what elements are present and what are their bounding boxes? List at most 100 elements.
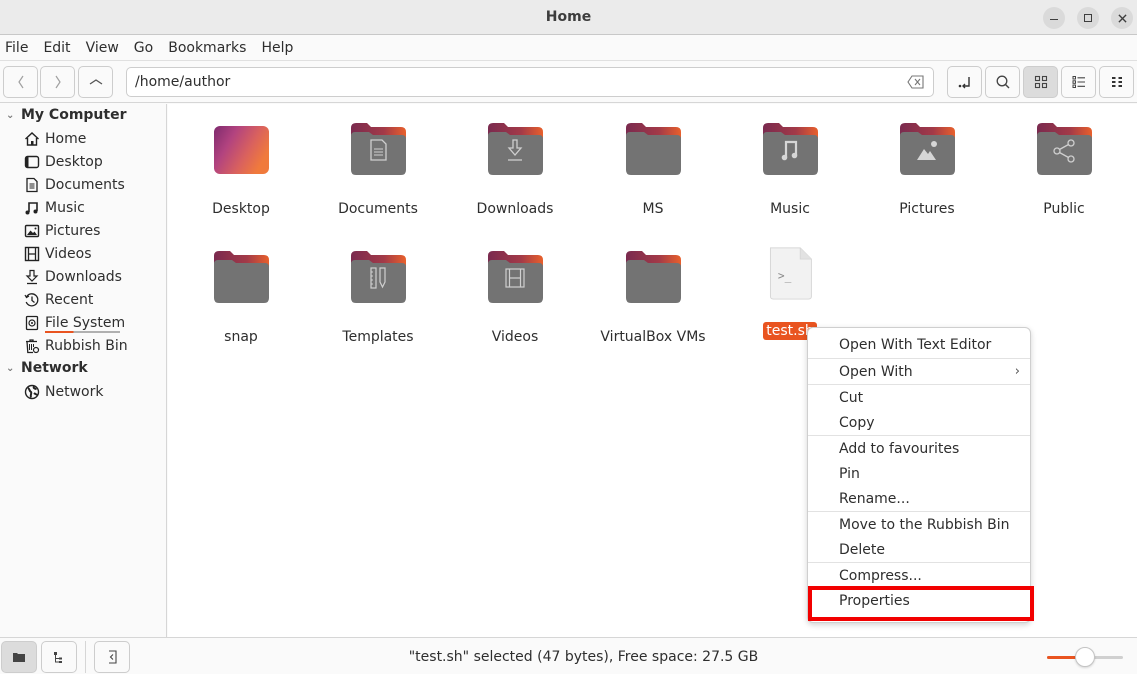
sidebar-item-videos[interactable]: Videos xyxy=(23,244,92,264)
up-button[interactable] xyxy=(78,66,113,98)
file-item[interactable]: Documents xyxy=(318,122,438,218)
file-item[interactable]: Music xyxy=(730,122,850,218)
sidebar-item-label: Documents xyxy=(45,177,125,193)
sidebar-section-network[interactable]: ⌄ Network xyxy=(6,360,88,376)
zoom-slider[interactable] xyxy=(1045,647,1125,667)
file-item[interactable]: VirtualBox VMs xyxy=(593,250,713,346)
download-icon xyxy=(23,269,40,286)
maximize-button[interactable] xyxy=(1077,7,1099,29)
menu-item-label: Open With xyxy=(839,363,913,380)
file-item[interactable]: Desktop xyxy=(181,122,301,218)
download-folder-icon xyxy=(486,122,544,178)
sidebar-item-pictures[interactable]: Pictures xyxy=(23,221,100,241)
file-name: snap xyxy=(224,329,258,345)
menu-item-move-to-rubbish-bin[interactable]: Move to the Rubbish Bin xyxy=(808,512,1030,537)
sidebar-item-network[interactable]: Network xyxy=(23,382,103,402)
plain-folder-icon xyxy=(624,250,682,306)
menu-item-open-with[interactable]: Open With › xyxy=(808,359,1030,384)
chevron-down-icon: ⌄ xyxy=(6,109,15,121)
file-name: Templates xyxy=(342,329,414,345)
location-bar[interactable]: /home/author xyxy=(126,67,934,97)
chevron-up-icon xyxy=(89,79,102,85)
chevron-right-icon xyxy=(55,75,61,89)
sidebar-item-label: File System xyxy=(45,315,126,333)
sidebar-item-home[interactable]: Home xyxy=(23,129,86,149)
search-button[interactable] xyxy=(985,66,1020,98)
file-item[interactable]: Downloads xyxy=(455,122,575,218)
grid-view-icon xyxy=(1034,75,1047,89)
file-name: Public xyxy=(1043,201,1085,217)
menu-item-add-to-favourites[interactable]: Add to favourites xyxy=(808,436,1030,461)
video-icon xyxy=(23,246,40,263)
sidebar-item-label: Desktop xyxy=(45,154,103,170)
picture-icon xyxy=(23,223,40,240)
zoom-slider-knob[interactable] xyxy=(1075,647,1095,667)
chevron-left-icon xyxy=(17,75,23,89)
list-view-icon xyxy=(1072,76,1085,88)
file-name: Videos xyxy=(491,329,539,345)
picture-folder-icon xyxy=(898,122,956,178)
toolbar: /home/author xyxy=(0,62,1137,103)
desktop-icon xyxy=(23,154,40,171)
file-item[interactable]: Templates xyxy=(318,250,438,346)
open-terminal-button[interactable] xyxy=(947,66,982,98)
sidebar-item-desktop[interactable]: Desktop xyxy=(23,152,103,172)
minimize-icon xyxy=(1050,18,1058,21)
sidebar-item-label: Music xyxy=(45,200,85,216)
sidebar-item-label: Downloads xyxy=(45,269,122,285)
sidebar-section-my-computer[interactable]: ⌄ My Computer xyxy=(6,107,127,123)
open-terminal-icon xyxy=(958,77,970,89)
properties-highlight-box xyxy=(808,586,1034,621)
file-item[interactable]: MS xyxy=(593,122,713,218)
location-path[interactable]: /home/author xyxy=(135,74,230,90)
sidebar-item-documents[interactable]: Documents xyxy=(23,175,125,195)
music-folder-icon xyxy=(761,122,819,178)
sidebar-item-label: Rubbish Bin xyxy=(45,338,128,354)
file-manager-window: Home File Edit View Go Bookmarks Help /h… xyxy=(0,0,1137,674)
places-sidebar: ⌄ My Computer Home Desktop Documents Mus… xyxy=(0,104,167,637)
menu-item-delete[interactable]: Delete xyxy=(808,537,1030,562)
close-button[interactable] xyxy=(1111,7,1133,29)
menu-item-pin[interactable]: Pin xyxy=(808,461,1030,486)
backspace-icon[interactable] xyxy=(907,75,925,89)
sidebar-item-label: Videos xyxy=(45,246,92,262)
sidebar-section-title: My Computer xyxy=(21,107,127,123)
menu-file[interactable]: File xyxy=(5,40,28,56)
drive-icon xyxy=(23,315,40,332)
sidebar-item-music[interactable]: Music xyxy=(23,198,85,218)
menu-help[interactable]: Help xyxy=(261,40,293,56)
menu-item-cut[interactable]: Cut xyxy=(808,385,1030,410)
sidebar-item-rubbish-bin[interactable]: Rubbish Bin xyxy=(23,336,128,356)
plain-folder-icon xyxy=(212,250,270,306)
menu-view[interactable]: View xyxy=(86,40,119,56)
menu-item-copy[interactable]: Copy xyxy=(808,410,1030,435)
menu-item-compress[interactable]: Compress... xyxy=(808,563,1030,588)
chevron-right-icon: › xyxy=(1014,364,1020,379)
sidebar-item-file-system[interactable]: File System xyxy=(23,313,125,333)
globe-icon xyxy=(23,384,40,401)
chevron-down-icon: ⌄ xyxy=(6,362,15,374)
file-item[interactable]: snap xyxy=(181,250,301,346)
menu-edit[interactable]: Edit xyxy=(43,40,70,56)
sidebar-item-label: Recent xyxy=(45,292,94,308)
file-item[interactable]: Public xyxy=(1004,122,1124,218)
sidebar-item-downloads[interactable]: Downloads xyxy=(23,267,122,287)
back-button[interactable] xyxy=(3,66,38,98)
forward-button[interactable] xyxy=(40,66,75,98)
view-options-button[interactable] xyxy=(1099,66,1134,98)
sidebar-item-recent[interactable]: Recent xyxy=(23,290,93,310)
minimize-button[interactable] xyxy=(1043,7,1065,29)
file-item[interactable]: Pictures xyxy=(867,122,987,218)
shell-script-file-icon: >_ xyxy=(761,246,819,304)
menu-go[interactable]: Go xyxy=(134,40,153,56)
grid-view-button[interactable] xyxy=(1023,66,1058,98)
file-item[interactable]: Videos xyxy=(455,250,575,346)
menu-item-rename[interactable]: Rename... xyxy=(808,486,1030,511)
view-options-icon xyxy=(1111,77,1122,87)
menu-item-open-with-text-editor[interactable]: Open With Text Editor xyxy=(808,332,1030,357)
sidebar-item-label: Home xyxy=(45,131,87,147)
document-icon xyxy=(23,177,40,194)
list-view-button[interactable] xyxy=(1061,66,1096,98)
menu-bookmarks[interactable]: Bookmarks xyxy=(168,40,246,56)
document-folder-icon xyxy=(349,122,407,178)
